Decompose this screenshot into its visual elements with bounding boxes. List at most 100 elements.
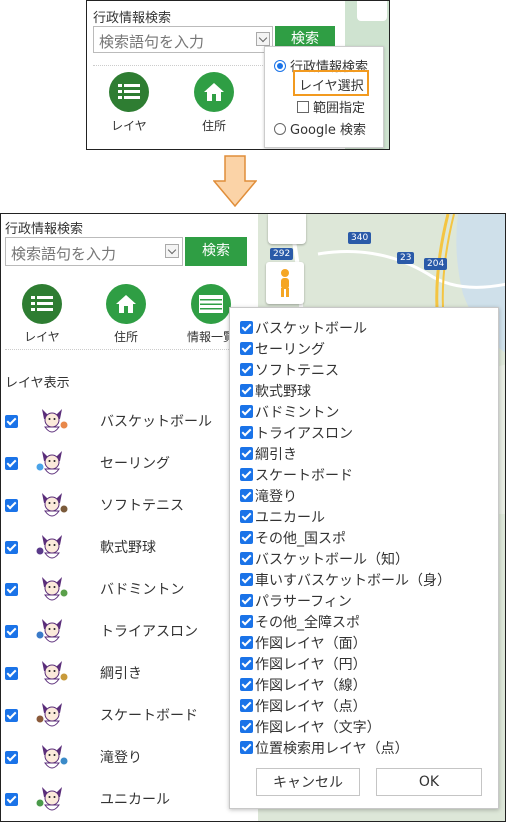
info-list-button[interactable] (191, 284, 231, 324)
layer-label: スケートボード (100, 708, 198, 724)
option-layer-select[interactable]: レイヤ選択 (299, 75, 364, 94)
layer-row[interactable]: バドミントン (1, 568, 258, 610)
layer-row[interactable]: ソフトテニス (1, 484, 258, 526)
chevron-down-icon[interactable] (165, 244, 179, 258)
dialog-layer-item[interactable]: 作図レイヤ（面） (240, 632, 367, 653)
search-placeholder: 検索語句を入力 (99, 33, 205, 51)
pegman-control[interactable] (266, 262, 304, 304)
layer-label: バスケットボール (100, 414, 212, 430)
dialog-checkbox[interactable] (240, 321, 253, 334)
dialog-checkbox[interactable] (240, 363, 253, 376)
layer-checkbox[interactable] (5, 540, 18, 554)
dialog-layer-item[interactable]: ユニカール (240, 506, 325, 527)
dialog-checkbox[interactable] (240, 741, 253, 754)
search-input[interactable]: 検索語句を入力 (93, 26, 273, 53)
dialog-checkbox[interactable] (240, 636, 253, 649)
layer-label: ユニカール (100, 792, 170, 808)
dialog-layer-item[interactable]: 軟式野球 (240, 380, 311, 401)
home-icon (204, 83, 224, 101)
layer-button[interactable] (22, 284, 62, 324)
layer-checkbox[interactable] (5, 792, 18, 806)
road-label: 340 (348, 232, 372, 244)
layer-checkbox[interactable] (5, 582, 18, 596)
dialog-layer-item[interactable]: スケートボード (240, 464, 353, 485)
dialog-checkbox[interactable] (240, 552, 253, 565)
dialog-layer-item[interactable]: トライアスロン (240, 422, 353, 443)
address-label: 住所 (113, 330, 138, 344)
layer-checkbox[interactable] (5, 708, 18, 722)
dialog-layer-item[interactable]: セーリング (240, 338, 325, 359)
dialog-checkbox[interactable] (240, 720, 253, 733)
dialog-layer-item[interactable]: 作図レイヤ（点） (240, 695, 367, 716)
layer-checkbox[interactable] (5, 624, 18, 638)
option-google[interactable]: Google 検索 (274, 119, 366, 138)
layer-checkbox[interactable] (5, 498, 18, 512)
option-label: Google 検索 (290, 123, 366, 138)
layer-row[interactable]: 綱引き (1, 652, 258, 694)
search-input[interactable]: 検索語句を入力 (5, 237, 183, 266)
layer-checkbox[interactable] (5, 750, 18, 764)
dialog-layer-item[interactable]: バドミントン (240, 401, 339, 422)
option-label: 範囲指定 (313, 101, 366, 116)
radio-unselected[interactable] (274, 122, 286, 135)
chevron-down-icon[interactable] (256, 32, 270, 46)
cancel-button[interactable]: キャンセル (256, 768, 360, 796)
layer-button[interactable] (109, 72, 149, 112)
ok-button[interactable]: OK (376, 768, 482, 796)
dialog-checkbox[interactable] (240, 447, 253, 460)
dialog-checkbox[interactable] (240, 342, 253, 355)
dialog-checkbox[interactable] (240, 405, 253, 418)
dialog-checkbox[interactable] (240, 699, 253, 712)
dialog-item-label: バスケットボール（知） (255, 551, 409, 568)
list-icon (118, 84, 140, 99)
dialog-checkbox[interactable] (240, 531, 253, 544)
layer-row[interactable]: トライアスロン (1, 610, 258, 652)
dialog-checkbox[interactable] (240, 657, 253, 670)
dialog-checkbox[interactable] (240, 594, 253, 607)
dialog-layer-item[interactable]: 滝登り (240, 485, 297, 506)
dialog-layer-item[interactable]: 作図レイヤ（線） (240, 674, 367, 695)
layer-row[interactable]: セーリング (1, 442, 258, 484)
dialog-checkbox[interactable] (240, 489, 253, 502)
dialog-layer-item[interactable]: 位置検索用レイヤ（点） (240, 737, 409, 758)
dialog-layer-item[interactable]: 車いすバスケットボール（身） (240, 569, 451, 590)
dialog-layer-item[interactable]: パラサーフィン (240, 590, 352, 611)
layer-checkbox[interactable] (5, 666, 18, 680)
layer-row[interactable]: バスケットボール (1, 400, 258, 442)
dialog-layer-item[interactable]: 綱引き (240, 443, 297, 464)
search-button[interactable]: 検索 (185, 237, 247, 266)
layer-checkbox[interactable] (5, 414, 18, 428)
layer-row[interactable]: スケートボード (1, 694, 258, 736)
dialog-checkbox[interactable] (240, 468, 253, 481)
dialog-layer-item[interactable]: 作図レイヤ（文字） (240, 716, 381, 737)
range-checkbox[interactable] (297, 100, 309, 113)
road-label: 204 (424, 258, 448, 270)
map-control[interactable] (268, 214, 306, 244)
layer-row[interactable]: 軟式野球 (1, 526, 258, 568)
dialog-layer-item[interactable]: その他_全障スポ (240, 611, 360, 632)
radio-selected[interactable] (274, 59, 286, 72)
dialog-checkbox[interactable] (240, 510, 253, 523)
dialog-layer-item[interactable]: 作図レイヤ（円） (240, 653, 367, 674)
layer-checkbox[interactable] (5, 456, 18, 470)
road-label: 23 (397, 252, 415, 264)
dialog-layer-item[interactable]: バスケットボール（知） (240, 548, 409, 569)
dialog-checkbox[interactable] (240, 384, 253, 397)
dialog-checkbox[interactable] (240, 426, 253, 439)
dialog-checkbox[interactable] (240, 615, 253, 628)
dialog-layer-item[interactable]: バスケットボール (240, 317, 367, 338)
mascot-icon (42, 577, 68, 601)
dialog-layer-item[interactable]: その他_国スポ (240, 527, 346, 548)
dialog-item-label: ユニカール (255, 509, 325, 526)
option-range[interactable]: 範囲指定 (297, 97, 365, 116)
layer-row[interactable]: 滝登り (1, 736, 258, 778)
layer-row[interactable]: ユニカール (1, 778, 258, 820)
dialog-layer-item[interactable]: ソフトテニス (240, 359, 339, 380)
address-button[interactable] (106, 284, 146, 324)
dialog-checkbox[interactable] (240, 678, 253, 691)
dialog-checkbox[interactable] (240, 573, 253, 586)
map-control[interactable] (357, 1, 387, 21)
layer-label: バドミントン (100, 582, 185, 598)
address-button[interactable] (194, 72, 234, 112)
layer-label: レイヤ (24, 330, 60, 344)
